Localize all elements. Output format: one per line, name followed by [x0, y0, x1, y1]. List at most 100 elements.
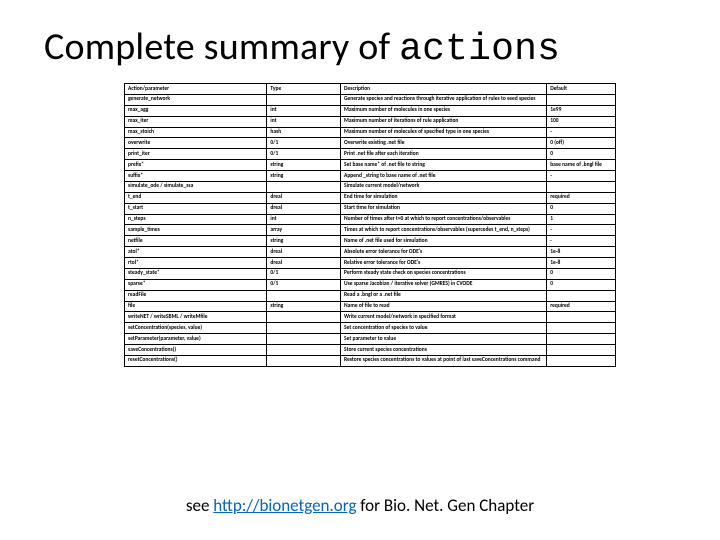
table-row: sample_timesarrayTimes at which to repor… — [125, 225, 616, 236]
cell-def: required — [547, 301, 616, 312]
cell-desc: Times at which to report concentrations/… — [341, 225, 547, 236]
table-row: t_startdrealStart time for simulation0 — [125, 203, 616, 214]
section-type — [267, 181, 341, 192]
cell-action: t_end — [125, 192, 267, 203]
page-title: Complete summary of actions — [44, 24, 676, 71]
table-row: prefix*stringSet base name* of .net file… — [125, 160, 616, 171]
table-row: sparse*0/1Use sparse Jacobian / iterativ… — [125, 279, 616, 290]
section-def — [547, 94, 616, 105]
section-desc: Generate species and reactions through i… — [341, 94, 547, 105]
cell-type: array — [267, 225, 341, 236]
table-row: filestringName of file to readrequired — [125, 301, 616, 312]
section-desc: Simulate current model/network — [341, 181, 547, 192]
col-action: Action/parameter — [125, 84, 267, 95]
section-def — [547, 345, 616, 356]
cell-def: 1e99 — [547, 105, 616, 116]
section-row: setParameter(parameter, value)Set parame… — [125, 334, 616, 345]
section-row: writeNET / writeSBML / writeMfile Write c… — [125, 312, 616, 323]
cell-type: dreal — [267, 192, 341, 203]
section-def — [547, 323, 616, 334]
cell-type: string — [267, 160, 341, 171]
section-def — [547, 312, 616, 323]
table-row: print_iter0/1Print .net file after each … — [125, 149, 616, 160]
section-desc: Read a .bngl or a .net file — [341, 290, 547, 301]
cell-action: rtol* — [125, 258, 267, 269]
actions-table-wrap: Action/parameter Type Description Defaul… — [124, 83, 616, 367]
table-row: t_enddrealEnd time for simulationrequire… — [125, 192, 616, 203]
cell-desc: Set base name* of .net file to string — [341, 160, 547, 171]
cell-type: 0/1 — [267, 149, 341, 160]
section-def — [547, 334, 616, 345]
section-action: simulate_ode / simulate_ssa — [125, 181, 267, 192]
section-row: generate_network Generate species and rea… — [125, 94, 616, 105]
cell-desc: Maximum number of molecules in one speci… — [341, 105, 547, 116]
section-row: saveConcentrations()Store current specie… — [125, 345, 616, 356]
cell-desc: Number of times after t=0 at which to re… — [341, 214, 547, 225]
cell-def: required — [547, 192, 616, 203]
cell-type: int — [267, 214, 341, 225]
table-row: max_stoichhashMaximum number of molecule… — [125, 127, 616, 138]
table-row: suffix*stringAppend _string to base name… — [125, 171, 616, 182]
table-row: max_aggintMaximum number of molecules in… — [125, 105, 616, 116]
title-mono: actions — [399, 28, 560, 71]
cell-type: 0/1 — [267, 279, 341, 290]
section-type — [267, 323, 341, 334]
section-action: generate_network — [125, 94, 267, 105]
section-action: resetConcentrations() — [125, 355, 267, 366]
cell-type: string — [267, 236, 341, 247]
table-header-row: Action/parameter Type Description Defaul… — [125, 84, 616, 95]
cell-desc: Print .net file after each iteration — [341, 149, 547, 160]
cell-action: netfile — [125, 236, 267, 247]
cell-action: t_start — [125, 203, 267, 214]
cell-def: 1e-8 — [547, 258, 616, 269]
cell-desc: End time for simulation — [341, 192, 547, 203]
cell-action: overwrite — [125, 138, 267, 149]
cell-action: max_iter — [125, 116, 267, 127]
cell-type: hash — [267, 127, 341, 138]
cell-action: max_stoich — [125, 127, 267, 138]
cell-def: 100 — [547, 116, 616, 127]
cell-desc: Append _string to base name of .net file — [341, 171, 547, 182]
cell-desc: Perform steady state check on species co… — [341, 268, 547, 279]
table-row: n_stepsintNumber of times after t=0 at w… — [125, 214, 616, 225]
table-row: netfilestringName of .net file used for … — [125, 236, 616, 247]
section-action: writeNET / writeSBML / writeMfile — [125, 312, 267, 323]
footer-link[interactable]: http://bionetgen.org — [213, 495, 356, 516]
cell-action: n_steps — [125, 214, 267, 225]
section-type — [267, 355, 341, 366]
table-row: overwrite0/1Overwrite existing .net file… — [125, 138, 616, 149]
cell-def: 0 (off) — [547, 138, 616, 149]
cell-desc: Name of file to read — [341, 301, 547, 312]
col-type: Type — [267, 84, 341, 95]
section-action: saveConcentrations() — [125, 345, 267, 356]
cell-action: prefix* — [125, 160, 267, 171]
section-type — [267, 94, 341, 105]
section-action: readFile — [125, 290, 267, 301]
cell-def: - — [547, 171, 616, 182]
section-action: setParameter(parameter, value) — [125, 334, 267, 345]
section-desc: Write current model/network in specified… — [341, 312, 547, 323]
cell-desc: Overwrite existing .net file — [341, 138, 547, 149]
section-desc: Set concentration of species to value — [341, 323, 547, 334]
section-type — [267, 345, 341, 356]
section-row: readFile Read a .bngl or a .net file — [125, 290, 616, 301]
section-type — [267, 290, 341, 301]
section-row: setConcentration(species, value)Set conc… — [125, 323, 616, 334]
title-prefix: Complete summary of — [44, 24, 399, 70]
section-type — [267, 334, 341, 345]
cell-type: 0/1 — [267, 138, 341, 149]
cell-def: - — [547, 127, 616, 138]
col-default: Default — [547, 84, 616, 95]
section-def — [547, 355, 616, 366]
cell-type: int — [267, 116, 341, 127]
table-row: max_iterintMaximum number of iterations … — [125, 116, 616, 127]
section-type — [267, 312, 341, 323]
cell-def: 0 — [547, 203, 616, 214]
cell-def: 0 — [547, 268, 616, 279]
cell-desc: Relative error tolerance for ODE's — [341, 258, 547, 269]
cell-action: steady_state* — [125, 268, 267, 279]
section-row: resetConcentrations()Restore species con… — [125, 355, 616, 366]
cell-desc: Name of .net file used for simulation — [341, 236, 547, 247]
cell-desc: Start time for simulation — [341, 203, 547, 214]
cell-def: - — [547, 236, 616, 247]
